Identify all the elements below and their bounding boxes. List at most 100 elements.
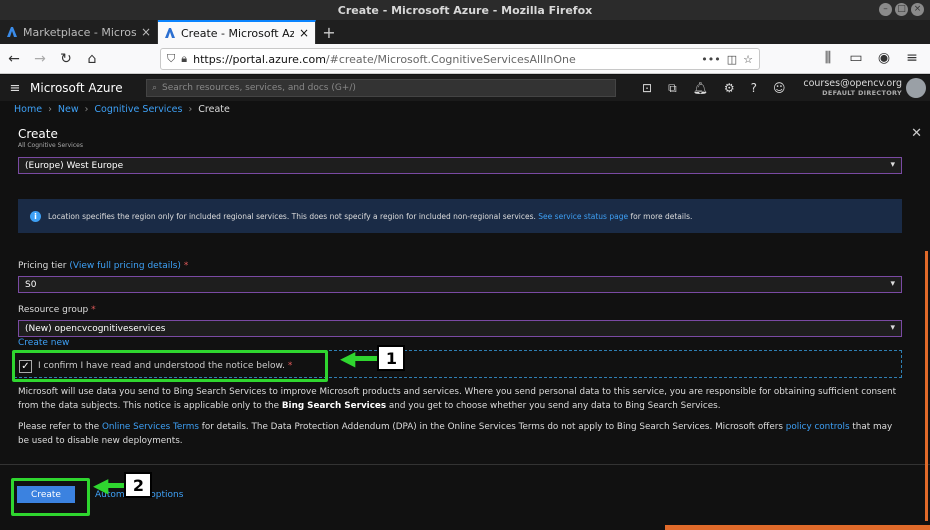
cloud-shell-icon[interactable]: ⊡ — [642, 81, 652, 96]
user-email: courses@opencv.org — [803, 78, 902, 89]
pricing-tier-dropdown[interactable]: S0 ▾ — [18, 276, 902, 293]
menu-icon[interactable]: ≡ — [904, 50, 920, 66]
resource-group-dropdown[interactable]: (New) opencvcognitiveservices ▾ — [18, 320, 902, 337]
create-blade: Create All Cognitive Services ✕ (Europe)… — [0, 121, 930, 530]
notice-p1-bold: Bing Search Services — [281, 401, 387, 411]
notice-paragraph-1: Microsoft will use data you send to Bing… — [18, 385, 902, 413]
notice-p2-middle: for details. The Data Protection Addendu… — [201, 422, 783, 432]
reload-icon[interactable]: ↻ — [58, 51, 74, 67]
footer-divider — [0, 464, 930, 465]
window-title: Create - Microsoft Azure - Mozilla Firef… — [337, 3, 593, 17]
pricing-value: S0 — [25, 279, 37, 290]
directory-filter-icon[interactable]: ⧉ — [668, 81, 677, 96]
window-titlebar: Create - Microsoft Azure - Mozilla Firef… — [0, 0, 930, 20]
page-subtitle: All Cognitive Services — [18, 142, 83, 149]
avatar[interactable] — [906, 78, 926, 98]
view-pricing-link[interactable]: (View full pricing details) — [69, 261, 181, 271]
location-info-banner: i Location specifies the region only for… — [18, 199, 902, 233]
location-value: (Europe) West Europe — [25, 160, 124, 171]
portal-menu-icon[interactable]: ≡ — [0, 81, 30, 96]
minimize-icon[interactable]: – — [879, 3, 892, 16]
home-icon[interactable]: ⌂ — [84, 51, 100, 67]
azure-brand[interactable]: Microsoft Azure — [30, 81, 140, 95]
toolbar-right: ⫼ ▭ ◉ ≡ — [820, 50, 920, 66]
arrow-left-icon: ◀ — [93, 473, 109, 497]
url-bar[interactable]: ⛉ 🔒︎ https://portal.azure.com/#create/Mi… — [160, 48, 760, 70]
url-path: /#create/Microsoft.CognitiveServicesAllI… — [325, 52, 576, 66]
forward-icon[interactable]: → — [32, 51, 48, 67]
tab-create[interactable]: Create - Microsoft Azure × — [158, 20, 316, 44]
close-window-icon[interactable]: × — [911, 3, 924, 16]
chevron-right-icon: › — [188, 104, 193, 115]
chevron-down-icon: ▾ — [890, 279, 895, 289]
window-controls: – □ × — [879, 3, 924, 16]
navigation-bar: ← → ↻ ⌂ ⛉ 🔒︎ https://portal.azure.com/#c… — [0, 44, 930, 74]
callout-number: 2 — [124, 472, 153, 498]
notifications-icon[interactable]: 🔔︎ — [693, 81, 708, 96]
azure-logo-icon — [165, 28, 175, 38]
create-new-link[interactable]: Create new — [18, 338, 69, 348]
page-actions-icon[interactable]: ••• — [701, 53, 720, 66]
breadcrumb-cognitive-services[interactable]: Cognitive Services — [94, 104, 182, 115]
lock-icon[interactable]: 🔒︎ — [181, 52, 187, 66]
search-placeholder: Search resources, services, and docs (G+… — [162, 83, 356, 93]
required-marker: * — [91, 305, 96, 315]
policy-controls-link[interactable]: policy controls — [786, 422, 850, 432]
callout-number: 1 — [377, 345, 406, 371]
callout-shaft — [355, 355, 378, 361]
callout-2: ◀ 2 — [93, 472, 153, 498]
confirm-checkbox[interactable]: ✓ — [19, 360, 32, 373]
scrollbar[interactable] — [925, 251, 928, 521]
azure-search-input[interactable]: ⌕ Search resources, services, and docs (… — [146, 79, 616, 97]
required-marker: * — [183, 261, 189, 271]
info-text: Location specifies the region only for i… — [48, 212, 692, 221]
breadcrumb-home[interactable]: Home — [14, 104, 42, 115]
resource-group-label: Resource group * — [18, 305, 96, 315]
info-icon: i — [30, 210, 41, 222]
confirm-label[interactable]: I confirm I have read and understood the… — [38, 361, 292, 371]
service-status-link[interactable]: See service status page — [538, 212, 628, 221]
tab-marketplace[interactable]: Marketplace - Microsoft × — [0, 20, 158, 44]
maximize-icon[interactable]: □ — [895, 3, 908, 16]
back-icon[interactable]: ← — [6, 51, 22, 67]
close-icon[interactable]: ✕ — [911, 126, 922, 141]
close-tab-icon[interactable]: × — [141, 25, 151, 39]
account-icon[interactable]: ◉ — [876, 50, 892, 66]
azure-logo-icon — [7, 27, 17, 37]
breadcrumb: Home › New › Cognitive Services › Create — [14, 104, 230, 115]
sidebar-icon[interactable]: ▭ — [848, 50, 864, 66]
taskbar-accent — [665, 525, 930, 530]
chevron-right-icon: › — [48, 104, 52, 115]
azure-header-icons: ⊡ ⧉ 🔔︎ ⚙ ? ☺ — [642, 81, 786, 96]
callout-1: ◀ 1 — [340, 345, 406, 371]
page-title: Create — [18, 127, 58, 141]
user-directory: DEFAULT DIRECTORY — [822, 89, 902, 97]
rg-label-text: Resource group — [18, 305, 89, 315]
azure-header: ≡ Microsoft Azure ⌕ Search resources, se… — [0, 75, 930, 101]
search-icon: ⌕ — [152, 83, 158, 93]
confirm-label-text: I confirm I have read and understood the… — [38, 361, 285, 371]
create-button[interactable]: Create — [17, 486, 75, 503]
chevron-down-icon: ▾ — [890, 323, 895, 333]
library-icon[interactable]: ⫼ — [820, 50, 836, 66]
callout-shaft — [108, 482, 125, 488]
bookmark-star-icon[interactable]: ☆ — [743, 53, 753, 66]
notice-p2-text: Please refer to the — [18, 422, 100, 432]
url-text[interactable]: https://portal.azure.com/#create/Microso… — [193, 53, 695, 66]
help-icon[interactable]: ? — [751, 81, 757, 96]
info-message: Location specifies the region only for i… — [48, 211, 536, 221]
user-account[interactable]: courses@opencv.org DEFAULT DIRECTORY — [803, 78, 902, 97]
breadcrumb-new[interactable]: New — [58, 104, 79, 115]
pocket-icon[interactable]: ◫ — [727, 53, 737, 66]
location-dropdown[interactable]: (Europe) West Europe ▾ — [18, 157, 902, 174]
info-tail: for more details. — [630, 211, 693, 221]
feedback-smiley-icon[interactable]: ☺ — [773, 81, 786, 96]
notice-paragraph-2: Please refer to the Online Services Term… — [18, 420, 902, 448]
shield-icon[interactable]: ⛉ — [167, 52, 175, 66]
resource-group-value: (New) opencvcognitiveservices — [25, 323, 166, 334]
online-services-terms-link[interactable]: Online Services Terms — [102, 422, 199, 432]
new-tab-icon[interactable]: + — [316, 20, 342, 44]
close-tab-icon[interactable]: × — [299, 26, 309, 40]
settings-gear-icon[interactable]: ⚙ — [724, 81, 735, 96]
pricing-tier-label: Pricing tier (View full pricing details)… — [18, 261, 188, 271]
